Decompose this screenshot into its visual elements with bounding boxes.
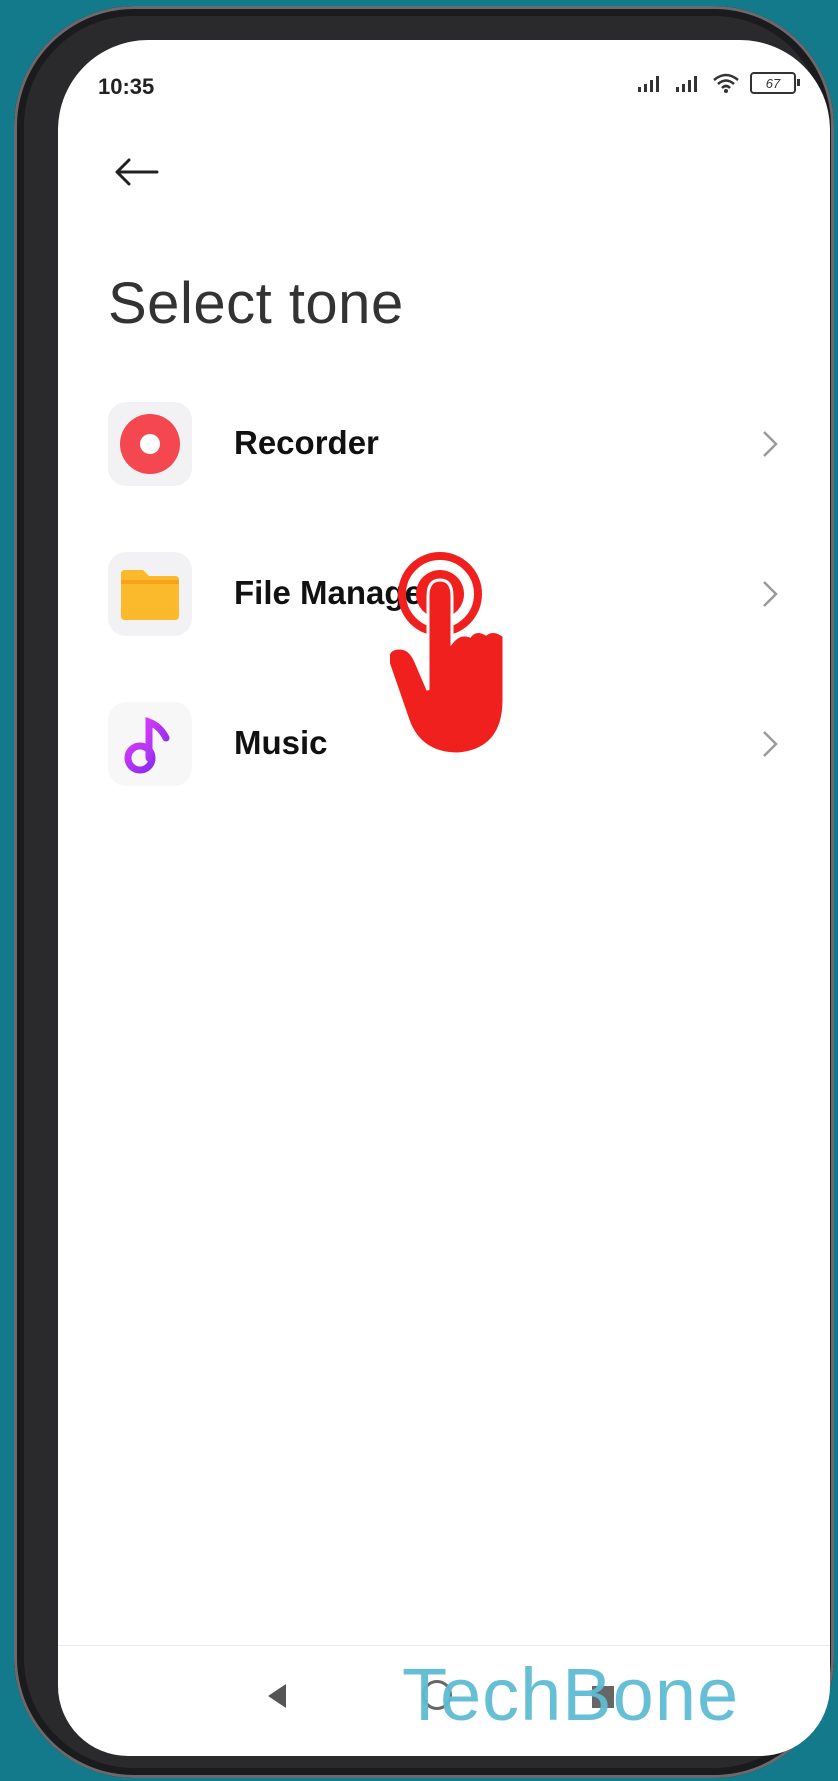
watermark: TechBone (402, 1653, 740, 1736)
list-item-label: Recorder (234, 424, 379, 461)
chevron-right-icon (763, 731, 778, 757)
chevron-right-icon (763, 431, 778, 457)
folder-icon (108, 552, 192, 636)
arrow-left-icon (115, 158, 159, 186)
battery-icon: 67 (750, 72, 800, 94)
back-button[interactable] (106, 142, 166, 202)
tap-hand-icon (390, 552, 506, 756)
status-icons: 67 (636, 72, 800, 94)
status-time: 10:35 (98, 74, 155, 99)
signal-icon (638, 76, 659, 92)
music-note-icon (108, 702, 192, 786)
page-title: Select tone (108, 271, 404, 336)
screen: 10:35 67 Select tone Recorder File Manag… (58, 40, 830, 1756)
wifi-icon (713, 73, 739, 93)
phone-frame: 10:35 67 Select tone Recorder File Manag… (14, 6, 834, 1778)
status-bar: 10:35 67 (58, 40, 830, 130)
list-item-label: Music (234, 724, 328, 761)
chevron-right-icon (763, 581, 778, 607)
list-item-recorder[interactable]: Recorder (58, 366, 830, 516)
recorder-icon (108, 402, 192, 486)
nav-back-icon[interactable] (264, 1682, 290, 1710)
signal-icon-2 (676, 76, 697, 92)
battery-level: 67 (765, 75, 781, 91)
